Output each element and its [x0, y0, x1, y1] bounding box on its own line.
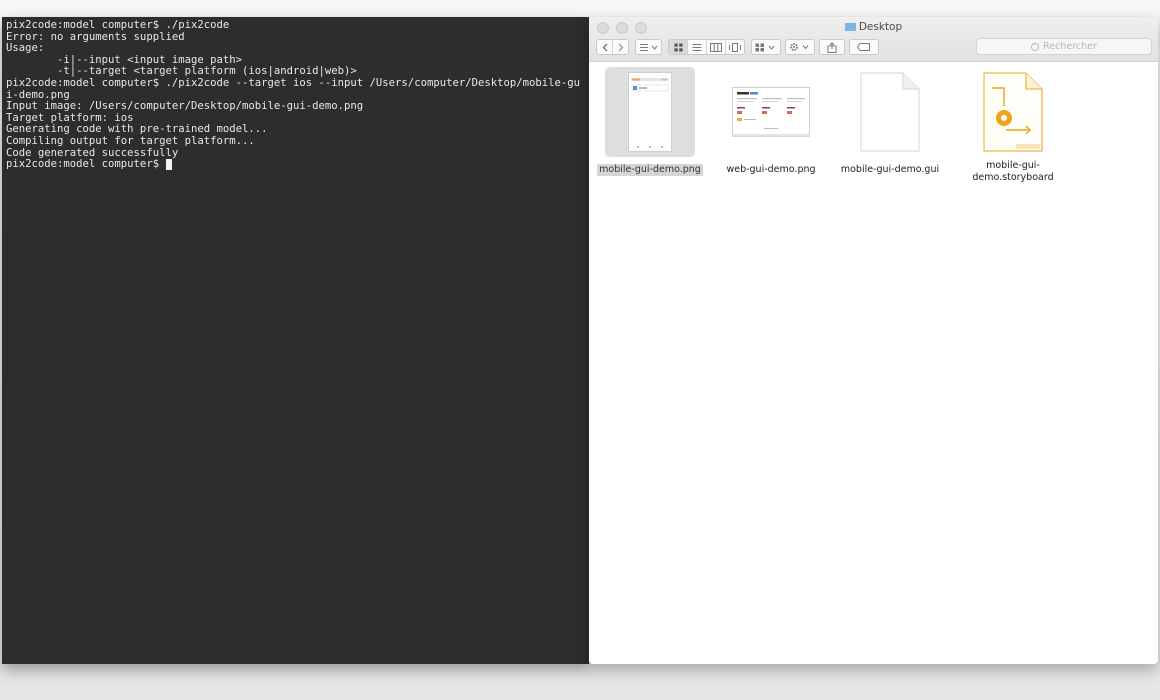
finder-window[interactable]: Desktop Rechercher mobile-gui-demo.png w… [589, 17, 1158, 664]
web-screenshot-icon [732, 87, 810, 137]
file-item[interactable]: mobile-gui-demo.gui [835, 67, 945, 176]
file-thumbnail [968, 67, 1058, 157]
file-thumbnail [845, 67, 935, 157]
file-thumbnail [605, 67, 695, 157]
window-title-text: Desktop [858, 21, 903, 33]
back-button[interactable] [597, 40, 613, 54]
icon-view-button[interactable] [669, 40, 688, 54]
group-button[interactable] [751, 39, 781, 55]
terminal-line: pix2code:model computer$ ./pix2code [6, 19, 230, 31]
terminal-output: pix2code:model computer$ ./pix2code Erro… [2, 17, 589, 171]
group-icon [755, 43, 775, 51]
arrange-button[interactable] [635, 39, 662, 55]
forward-button[interactable] [613, 40, 628, 54]
terminal-line: pix2code:model computer$ ./pix2code --ta… [6, 76, 581, 89]
folder-icon [844, 23, 856, 31]
share-icon [827, 41, 837, 53]
file-thumbnail [726, 67, 816, 157]
file-area[interactable]: mobile-gui-demo.png web-gui-demo.png mob… [589, 62, 1158, 662]
file-name: mobile-gui-demo.gui [840, 164, 940, 175]
desktop-screen: pix2code:model computer$ ./pix2code Erro… [0, 0, 1160, 700]
finder-toolbar [596, 38, 879, 56]
share-button[interactable] [819, 39, 845, 55]
terminal-cursor [166, 159, 173, 171]
terminal-prompt-line[interactable]: pix2code:model computer$ [6, 158, 589, 171]
chevron-left-icon [602, 43, 607, 51]
window-title: Desktop [589, 21, 1158, 33]
tag-icon [857, 43, 870, 51]
file-name: mobile-gui- demo.storyboard [972, 160, 1054, 183]
navigation-buttons [596, 39, 629, 55]
file-item[interactable]: mobile-gui-demo.png [595, 67, 705, 176]
search-placeholder: Rechercher [1043, 41, 1097, 52]
arrange-icon [639, 43, 657, 51]
columns-icon [710, 42, 722, 52]
file-item[interactable]: web-gui-demo.png [716, 67, 826, 176]
terminal-prompt: pix2code:model computer$ [6, 158, 166, 171]
action-button[interactable] [785, 39, 815, 55]
terminal-window[interactable]: pix2code:model computer$ ./pix2code Erro… [2, 17, 589, 664]
icon-grid-icon [674, 43, 682, 51]
search-field[interactable]: Rechercher [976, 38, 1152, 55]
list-view-button[interactable] [688, 40, 707, 54]
tag-button[interactable] [849, 39, 879, 55]
column-view-button[interactable] [707, 40, 726, 54]
terminal-line: Error: no arguments supplied [6, 30, 185, 43]
list-icon [692, 43, 702, 51]
mobile-screenshot-icon [628, 72, 672, 152]
view-mode-buttons [668, 39, 745, 55]
gear-icon [790, 43, 809, 51]
terminal-line: Compiling output for target platform... [6, 134, 255, 147]
file-name: web-gui-demo.png [726, 164, 816, 175]
cover-flow-view-button[interactable] [726, 40, 744, 54]
cover-flow-icon [729, 42, 741, 52]
menu-bar-strip [0, 0, 1160, 16]
file-item[interactable]: mobile-gui- demo.storyboard [958, 67, 1068, 184]
search-icon [1031, 42, 1040, 51]
terminal-line: Input image: /Users/computer/Desktop/mob… [6, 100, 364, 113]
blank-document-icon [860, 72, 920, 152]
file-name: mobile-gui-demo.png [597, 164, 703, 176]
chevron-right-icon [618, 43, 623, 51]
finder-titlebar[interactable]: Desktop Rechercher [589, 17, 1158, 62]
storyboard-document-icon [983, 72, 1043, 152]
